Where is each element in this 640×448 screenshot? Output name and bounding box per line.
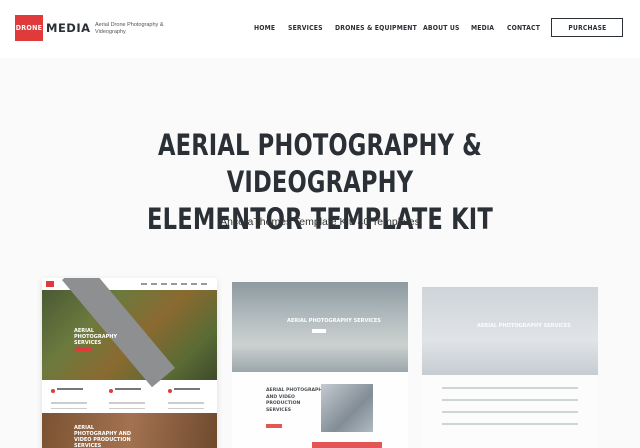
preview-feature [109, 380, 149, 409]
preview-hero-image: AERIAL PHOTOGRAPHY SERVICES [42, 278, 217, 388]
nav-media[interactable]: MEDIA [471, 23, 494, 32]
nav-home[interactable]: HOME [254, 23, 275, 32]
preview-mini-logo [46, 281, 54, 287]
preview-read-more-button [266, 424, 282, 428]
preview-hero-title: AERIAL PHOTOGRAPHY SERVICES [287, 318, 381, 324]
preview-second-image: AERIAL PHOTOGRAPHY AND VIDEO PRODUCTION … [42, 413, 217, 448]
preview-hero-image: AERIAL PHOTOGRAPHY SERVICES [422, 287, 598, 375]
template-preview-card[interactable]: AERIAL PHOTOGRAPHY SERVICES AERIAL PHOTO… [42, 278, 217, 448]
template-preview-card[interactable]: AERIAL PHOTOGRAPHY SERVICES [422, 287, 598, 448]
nav-drones-equipment[interactable]: DRONES & EQUIPMENT [335, 23, 417, 32]
preview-feature [167, 380, 208, 409]
preview-features [42, 378, 217, 410]
preview-feature [51, 380, 91, 409]
preview-hero-title: AERIAL PHOTOGRAPHY SERVICES [74, 328, 118, 346]
hero-subtitle: AncoraThemes Template Kit: 40 Templates [220, 216, 420, 228]
nav-contact[interactable]: CONTACT [507, 23, 540, 32]
nav-services[interactable]: SERVICES [288, 23, 323, 32]
template-preview-card[interactable]: AERIAL PHOTOGRAPHY SERVICES AERIAL PHOTO… [232, 282, 408, 448]
hero-title-line1: AERIAL PHOTOGRAPHY & VIDEOGRAPHY [157, 128, 483, 199]
preview-text-lines [442, 387, 578, 435]
logo-box: DRONE [15, 15, 43, 41]
site-header: DRONE MEDIA Aerial Drone Photography & V… [0, 0, 640, 58]
preview-second-title: AERIAL PHOTOGRAPHY AND VIDEO PRODUCTION … [74, 425, 131, 448]
preview-accent-bar [312, 442, 382, 448]
site-tagline: Aerial Drone Photography & Videography [95, 22, 164, 35]
preview-mini-nav [141, 283, 211, 285]
preview-photo [321, 384, 373, 432]
purchase-label: PURCHASE [567, 23, 607, 32]
preview-hero-image: AERIAL PHOTOGRAPHY SERVICES [232, 282, 408, 372]
preview-body-title: AERIAL PHOTOGRAPHY AND VIDEO PRODUCTION … [266, 388, 326, 413]
preview-hero-title: AERIAL PHOTOGRAPHY SERVICES [477, 323, 571, 329]
site-logo[interactable]: DRONE MEDIA [15, 15, 91, 41]
nav-about-us[interactable]: ABOUT US [423, 23, 460, 32]
logo-text: MEDIA [46, 21, 91, 35]
preview-hero-button [75, 347, 91, 351]
preview-hero-button [312, 329, 326, 333]
purchase-button[interactable]: PURCHASE [551, 18, 623, 37]
